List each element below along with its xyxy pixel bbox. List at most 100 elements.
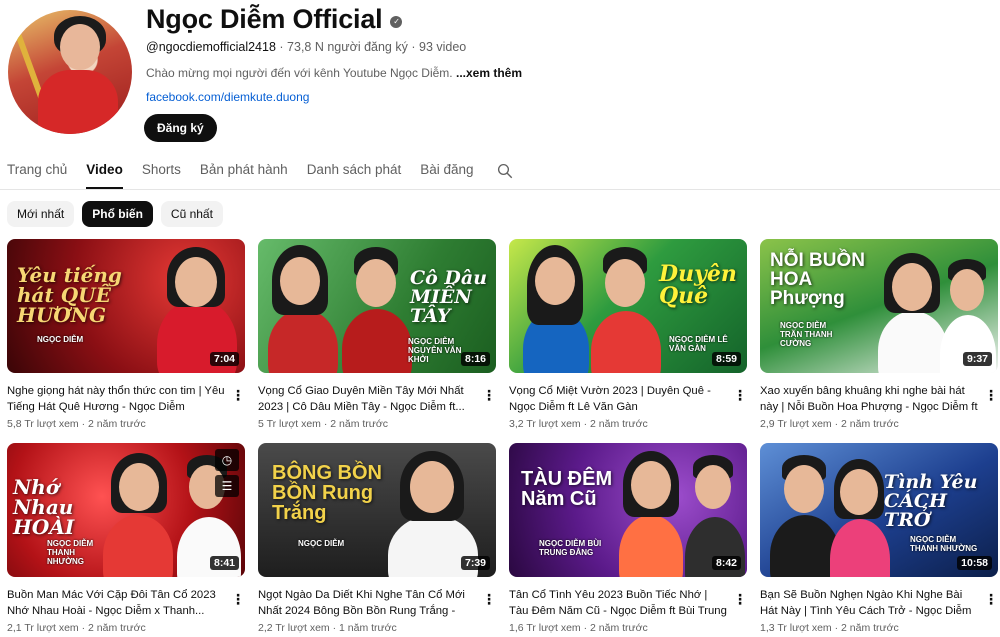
video-card[interactable]: Yêu tiếng hát QUÊ HƯƠNG NGỌC DIỄM 7:04 N… [7,239,247,430]
view-count: 2,2 Tr lượt xem [258,622,330,634]
video-duration: 10:58 [957,556,992,570]
video-meta: 2,2 Tr lượt xem · 1 năm trước [258,622,498,634]
upload-age: 2 năm trước [841,622,899,634]
more-actions-icon[interactable]: ⋮ [231,385,245,405]
view-count: 1,6 Tr lượt xem [509,622,581,634]
upload-age: 2 năm trước [590,418,648,430]
video-thumbnail[interactable]: Nhớ Nhau HOÀI NGỌC DIỄM THANH NHƯỜNG ◷ ☰… [7,443,245,577]
thumbnail-artist-text: NGỌC DIỄM [37,335,84,344]
subscriber-count: 73,8 N người đăng ký [287,40,408,54]
tab-releases[interactable]: Bản phát hành [200,156,288,189]
upload-age: 2 năm trước [841,418,899,430]
thumbnail-artist-text: NGỌC DIỄM LÊ VĂN GÀN [669,335,728,353]
video-meta: 5 Tr lượt xem · 2 năm trước [258,418,498,430]
tab-home[interactable]: Trang chủ [7,156,67,189]
upload-age: 1 năm trước [339,622,397,634]
view-count: 2,1 Tr lượt xem [7,622,79,634]
chip-newest[interactable]: Mới nhất [7,201,75,227]
thumbnail-hover-actions: ◷ ☰ [215,449,239,497]
video-title[interactable]: Buồn Man Mác Với Cặp Đôi Tân Cổ 2023 Nhớ… [7,587,225,619]
thumbnail-person [342,309,412,373]
more-link[interactable]: ...xem thêm [456,66,522,80]
meta-separator: · [279,40,284,54]
channel-avatar[interactable] [8,10,132,134]
chip-popular[interactable]: Phổ biến [82,201,153,227]
video-meta: 1,6 Tr lượt xem · 2 năm trước [509,622,749,634]
video-card[interactable]: Nhớ Nhau HOÀI NGỌC DIỄM THANH NHƯỜNG ◷ ☰… [7,443,247,634]
tab-posts[interactable]: Bài đăng [420,156,473,189]
video-duration: 7:39 [460,556,490,570]
more-actions-icon[interactable]: ⋮ [733,589,747,609]
video-card[interactable]: TÀU ĐÊM Năm Cũ NGỌC DIỄM BÙI TRUNG ĐẲNG … [509,443,749,634]
more-actions-icon[interactable]: ⋮ [482,385,496,405]
upload-age: 2 năm trước [590,622,648,634]
thumbnail-artist-text: NGỌC DIỄM THANH NHƯỜNG [47,539,94,566]
tab-shorts[interactable]: Shorts [142,156,181,189]
video-meta: 2,9 Tr lượt xem · 2 năm trước [760,418,1000,430]
video-title[interactable]: Ngọt Ngào Da Diết Khi Nghe Tân Cổ Mới Nh… [258,587,476,619]
video-thumbnail[interactable]: Tình Yêu CÁCH TRỞ NGỌC DIỄM THANH NHƯỜNG… [760,443,998,577]
thumbnail-face [840,469,878,515]
video-card[interactable]: BÔNG BỒN BỒN Rung Trắng NGỌC DIỄM 7:39 N… [258,443,498,634]
search-icon[interactable] [496,162,514,180]
thumbnail-face [950,269,984,311]
subscribe-button[interactable]: Đăng ký [144,114,217,142]
thumbnail-face [892,263,932,311]
video-card[interactable]: Duyên Quê NGỌC DIỄM LÊ VĂN GÀN 8:59 Vọng… [509,239,749,430]
video-title[interactable]: Vọng Cổ Giao Duyên Miền Tây Mới Nhất 202… [258,383,476,415]
meta-separator: · [583,418,588,430]
video-card[interactable]: NỖI BUỒN HOA Phượng NGỌC DIỄM TRẦN THANH… [760,239,1000,430]
thumbnail-face [784,465,824,513]
thumbnail-title-text: Cô Dâu MIỀN TÂY [410,267,488,327]
more-actions-icon[interactable]: ⋮ [984,385,998,405]
tab-videos[interactable]: Video [86,156,123,189]
video-title[interactable]: Bạn Sẽ Buồn Nghẹn Ngào Khi Nghe Bài Hát … [760,587,978,619]
more-actions-icon[interactable]: ⋮ [733,385,747,405]
video-thumbnail[interactable]: NỖI BUỒN HOA Phượng NGỌC DIỄM TRẦN THANH… [760,239,998,373]
video-duration: 8:59 [711,352,741,366]
thumbnail-artist-text: NGỌC DIỄM [298,539,345,548]
thumbnail-face [535,257,575,305]
video-title[interactable]: Tân Cổ Tình Yêu 2023 Buồn Tiếc Nhớ | Tàu… [509,587,727,619]
thumbnail-face [605,259,645,307]
video-title[interactable]: Xao xuyến bâng khuâng khi nghe bài hát n… [760,383,978,415]
upload-age: 2 năm trước [330,418,388,430]
video-card[interactable]: Tình Yêu CÁCH TRỞ NGỌC DIỄM THANH NHƯỜNG… [760,443,1000,634]
thumbnail-title-text: Duyên Quê [659,261,737,309]
thumbnail-person [103,515,173,577]
description-text: Chào mừng mọi người đến với kênh Youtube… [146,66,453,80]
watch-later-icon[interactable]: ◷ [215,449,239,471]
thumbnail-title-text: TÀU ĐÊM Năm Cũ [521,468,613,510]
meta-separator: · [81,418,86,430]
video-thumbnail[interactable]: TÀU ĐÊM Năm Cũ NGỌC DIỄM BÙI TRUNG ĐẲNG … [509,443,747,577]
add-to-queue-icon[interactable]: ☰ [215,475,239,497]
channel-description[interactable]: Chào mừng mọi người đến với kênh Youtube… [146,66,522,80]
thumbnail-face [695,465,731,509]
chip-oldest[interactable]: Cũ nhất [160,201,223,227]
view-count: 3,2 Tr lượt xem [509,418,581,430]
thumbnail-title-text: NỖI BUỒN HOA Phượng [770,250,865,309]
channel-external-link[interactable]: facebook.com/diemkute.duong [146,90,309,104]
video-thumbnail[interactable]: Duyên Quê NGỌC DIỄM LÊ VĂN GÀN 8:59 [509,239,747,373]
meta-separator: · [411,40,416,54]
more-actions-icon[interactable]: ⋮ [482,589,496,609]
thumbnail-person [591,311,661,373]
video-thumbnail[interactable]: BÔNG BỒN BỒN Rung Trắng NGỌC DIỄM 7:39 [258,443,496,577]
video-duration: 8:42 [711,556,741,570]
video-title[interactable]: Vọng Cổ Miệt Vườn 2023 | Duyên Quê - Ngọ… [509,383,727,415]
video-thumbnail[interactable]: Cô Dâu MIỀN TÂY NGỌC DIỄM NGUYỄN VĂN KHỞ… [258,239,496,373]
more-actions-icon[interactable]: ⋮ [231,589,245,609]
video-card[interactable]: Cô Dâu MIỀN TÂY NGỌC DIỄM NGUYỄN VĂN KHỞ… [258,239,498,430]
thumbnail-title-text: Tình Yêu CÁCH TRỞ [884,471,978,531]
video-meta: 1,3 Tr lượt xem · 2 năm trước [760,622,1000,634]
video-thumbnail[interactable]: Yêu tiếng hát QUÊ HƯƠNG NGỌC DIỄM 7:04 [7,239,245,373]
thumbnail-face [356,259,396,307]
avatar-dress [38,70,118,134]
thumbnail-title-text: Yêu tiếng hát QUÊ HƯƠNG [17,263,122,327]
view-count: 1,3 Tr lượt xem [760,622,832,634]
thumbnail-person [878,311,948,373]
tab-playlists[interactable]: Danh sách phát [307,156,402,189]
video-title[interactable]: Nghe giọng hát này thổn thức con tim | Y… [7,383,225,415]
more-actions-icon[interactable]: ⋮ [984,589,998,609]
video-duration: 7:04 [209,352,239,366]
